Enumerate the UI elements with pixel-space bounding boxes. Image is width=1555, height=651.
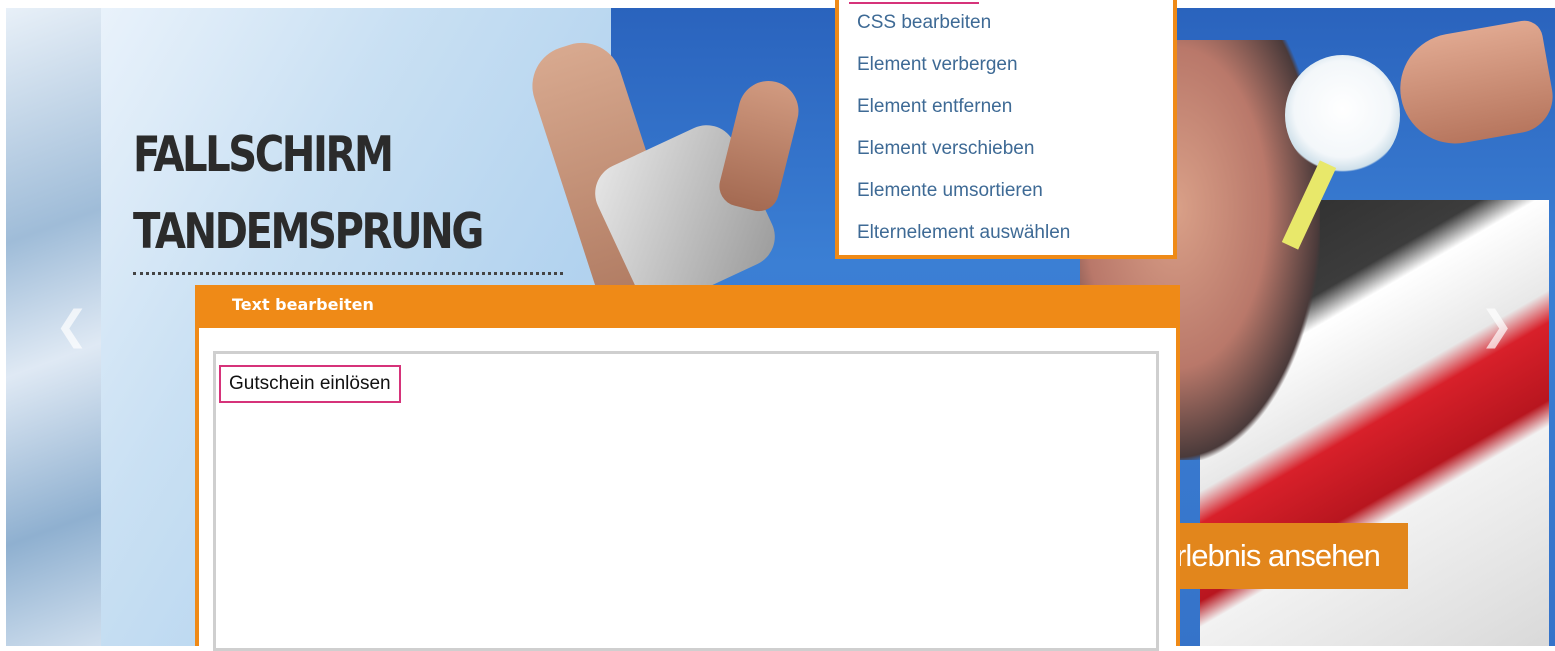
- chevron-left-icon[interactable]: ❮: [55, 303, 89, 349]
- menu-item-element-entfernen[interactable]: Element entfernen: [857, 94, 1070, 136]
- menu-item-elternelement-auswaehlen[interactable]: Elternelement auswählen: [857, 220, 1070, 262]
- hero-title: FALLSCHIRM TANDEMSPRUNG: [133, 116, 484, 270]
- text-edit-dialog: Text bearbeiten Gutschein einlösen: [195, 285, 1180, 651]
- cta-button[interactable]: rlebnis ansehen: [1150, 523, 1408, 589]
- dotted-divider: [133, 272, 563, 275]
- hero-title-line2: TANDEMSPRUNG: [133, 203, 484, 260]
- menu-item-css-bearbeiten[interactable]: CSS bearbeiten: [857, 10, 1070, 52]
- menu-item-element-verbergen[interactable]: Element verbergen: [857, 52, 1070, 94]
- editable-text[interactable]: Gutschein einlösen: [219, 365, 401, 403]
- menu-selection-marker: [849, 0, 979, 4]
- drogue-chute-image: [1285, 55, 1400, 175]
- hero-title-line1: FALLSCHIRM: [133, 126, 394, 183]
- context-menu: CSS bearbeiten Element verbergen Element…: [835, 0, 1177, 259]
- text-editor[interactable]: Gutschein einlösen: [213, 351, 1159, 651]
- dialog-title: Text bearbeiten: [232, 295, 374, 314]
- menu-item-elemente-umsortieren[interactable]: Elemente umsortieren: [857, 178, 1070, 220]
- chevron-right-icon[interactable]: ❯: [1480, 303, 1514, 349]
- menu-item-element-verschieben[interactable]: Element verschieben: [857, 136, 1070, 178]
- dialog-header[interactable]: Text bearbeiten: [195, 285, 1180, 328]
